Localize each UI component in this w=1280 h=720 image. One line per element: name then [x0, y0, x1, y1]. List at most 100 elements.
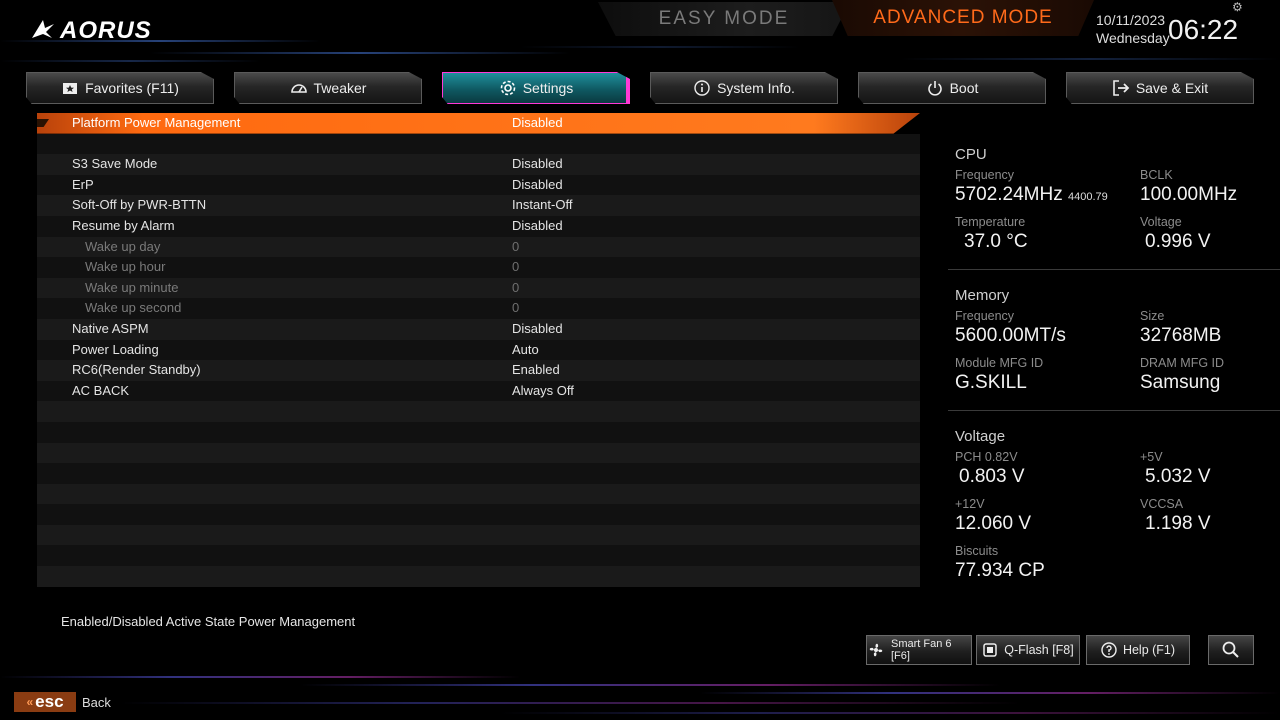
- setting-row[interactable]: Soft-Off by PWR-BTTN Instant-Off: [37, 195, 920, 216]
- memory-module-mfg-value: G.SKILL: [955, 372, 1027, 393]
- help-button[interactable]: Help (F1): [1086, 635, 1190, 665]
- advanced-mode-label: ADVANCED MODE: [873, 7, 1053, 28]
- tab-tweaker-label: Tweaker: [313, 80, 367, 96]
- settings-gear-icon[interactable]: ⚙: [1232, 0, 1243, 14]
- esc-key-label: esc: [35, 692, 64, 711]
- setting-row: [37, 133, 920, 155]
- chip-icon: [982, 642, 998, 658]
- memory-frequency: Frequency 5600.00MT/s: [955, 309, 1125, 349]
- cpu-title: CPU: [955, 146, 987, 163]
- cpu-bclk: BCLK 100.00MHz: [1140, 168, 1280, 208]
- setting-row[interactable]: Power Loading Auto: [37, 339, 920, 361]
- memory-dram-mfg-label: DRAM MFG ID: [1140, 356, 1225, 370]
- cpu-panel: CPU Frequency 5702.24MHz 4400.79 BCLK 10…: [955, 146, 1265, 252]
- cpu-frequency-label: Frequency: [955, 168, 1015, 182]
- tab-favorites[interactable]: Favorites (F11): [26, 72, 214, 104]
- setting-row[interactable]: Wake up second 0: [37, 298, 920, 319]
- easy-mode-label: EASY MODE: [658, 8, 790, 29]
- setting-row[interactable]: AC BACK Always Off: [37, 380, 920, 402]
- setting-row[interactable]: Native ASPM Disabled: [37, 318, 920, 340]
- tab-tweaker[interactable]: Tweaker: [234, 72, 422, 104]
- setting-label: ErP: [72, 176, 94, 192]
- cpu-frequency: Frequency 5702.24MHz 4400.79: [955, 168, 1125, 210]
- search-icon: [1221, 640, 1241, 660]
- selection-marker: [37, 119, 49, 127]
- setting-row: [37, 463, 920, 484]
- advanced-mode-button[interactable]: ADVANCED MODE: [832, 0, 1094, 36]
- cpu-temperature: Temperature 37.0 °C: [955, 215, 1125, 255]
- setting-row: [37, 524, 920, 546]
- voltage-biscuits-value: 77.934 CP: [955, 560, 1045, 581]
- memory-title: Memory: [955, 287, 1010, 304]
- cpu-voltage-label: Voltage: [1140, 215, 1182, 229]
- setting-row[interactable]: S3 Save Mode Disabled: [37, 154, 920, 175]
- memory-size: Size 32768MB: [1140, 309, 1280, 349]
- setting-label: Wake up hour: [85, 259, 166, 275]
- voltage-biscuits-label: Biscuits: [955, 544, 999, 558]
- setting-value: Always Off: [512, 382, 574, 398]
- setting-value: Enabled: [512, 362, 560, 378]
- memory-dram-mfg-value: Samsung: [1140, 372, 1221, 393]
- tab-favorites-label: Favorites (F11): [85, 80, 179, 96]
- setting-row-selected[interactable]: Platform Power Management Disabled: [37, 113, 920, 134]
- setting-label: RC6(Render Standby): [72, 362, 201, 378]
- setting-value: Auto: [512, 341, 539, 357]
- setting-row: [37, 483, 920, 505]
- search-button[interactable]: [1208, 635, 1254, 665]
- setting-row[interactable]: Wake up minute 0: [37, 277, 920, 299]
- setting-label: S3 Save Mode: [72, 156, 158, 172]
- double-chevron-left-icon: «: [26, 695, 34, 709]
- cpu-temperature-value: 37.0 °C: [964, 231, 1028, 252]
- logo-text: AORUS: [60, 17, 152, 44]
- setting-value: 0: [512, 279, 520, 295]
- help-description: Enabled/Disabled Active State Power Mana…: [61, 614, 356, 629]
- memory-module-mfg: Module MFG ID G.SKILL: [955, 356, 1125, 396]
- esc-back-control[interactable]: « esc Back: [14, 692, 111, 712]
- setting-row: [37, 566, 920, 587]
- tab-save-exit[interactable]: Save & Exit: [1066, 72, 1254, 104]
- setting-row[interactable]: Wake up day 0: [37, 236, 920, 258]
- setting-value: Disabled: [512, 320, 563, 336]
- setting-row[interactable]: RC6(Render Standby) Enabled: [37, 360, 920, 381]
- memory-size-label: Size: [1140, 309, 1165, 323]
- setting-row: [37, 401, 920, 422]
- setting-label: Resume by Alarm: [72, 217, 175, 233]
- tab-settings[interactable]: Settings: [442, 72, 630, 104]
- memory-divider: [948, 410, 1280, 411]
- voltage-title: Voltage: [955, 428, 1006, 445]
- voltage-5v-value: 5.032 V: [1145, 466, 1211, 487]
- easy-mode-button[interactable]: EASY MODE: [598, 2, 850, 36]
- help-icon: [1101, 642, 1117, 658]
- gear-icon: [499, 79, 517, 97]
- weekday-text: Wednesday: [1096, 30, 1170, 46]
- setting-label: Wake up minute: [85, 279, 179, 295]
- voltage-biscuits: Biscuits 77.934 CP: [955, 544, 1125, 584]
- tab-system-info[interactable]: System Info.: [650, 72, 838, 104]
- aorus-logo: AORUS: [30, 14, 152, 48]
- smart-fan-button[interactable]: Smart Fan 6 [F6]: [866, 635, 972, 665]
- tab-boot[interactable]: Boot: [858, 72, 1046, 104]
- clock-time: 06:22: [1168, 14, 1239, 45]
- cpu-frequency-value: 5702.24MHz: [955, 184, 1063, 205]
- memory-dram-mfg: DRAM MFG ID Samsung: [1140, 356, 1280, 396]
- setting-row[interactable]: Wake up hour 0: [37, 257, 920, 278]
- voltage-12v-value: 12.060 V: [955, 513, 1032, 534]
- cpu-frequency-sub: 4400.79: [1068, 191, 1108, 203]
- setting-label: Platform Power Management: [72, 115, 241, 130]
- voltage-pch-label: PCH 0.82V: [955, 450, 1018, 464]
- setting-row: [37, 545, 920, 567]
- setting-row[interactable]: Resume by Alarm Disabled: [37, 215, 920, 237]
- memory-frequency-label: Frequency: [955, 309, 1015, 323]
- setting-value: Disabled: [512, 217, 563, 233]
- voltage-5v-label: +5V: [1140, 450, 1163, 464]
- setting-row: [37, 421, 920, 443]
- cpu-divider: [948, 269, 1280, 270]
- power-icon: [926, 79, 944, 97]
- esc-key[interactable]: « esc: [14, 692, 76, 712]
- voltage-pch: PCH 0.82V 0.803 V: [955, 450, 1125, 490]
- setting-value: Disabled: [512, 115, 563, 130]
- qflash-button[interactable]: Q-Flash [F8]: [976, 635, 1080, 665]
- voltage-vccsa: VCCSA 1.198 V: [1140, 497, 1280, 537]
- setting-row[interactable]: ErP Disabled: [37, 174, 920, 196]
- smart-fan-label: Smart Fan 6 [F6]: [891, 638, 952, 662]
